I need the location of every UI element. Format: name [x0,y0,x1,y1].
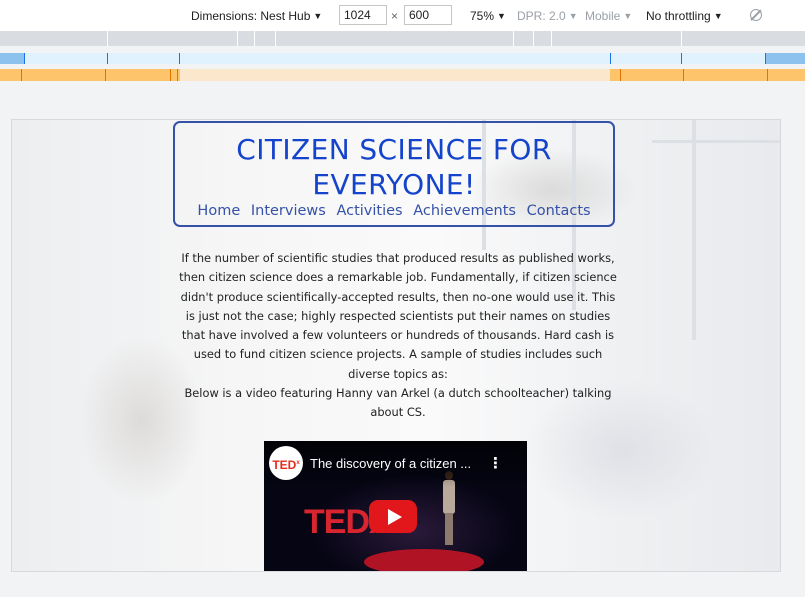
ruler-tick [21,69,22,81]
channel-logo-sup: x [296,460,300,466]
site-title: CITIZEN SCIENCE FOR EVERYONE! [236,133,552,201]
ruler-tick [551,31,552,46]
mobile-dropdown[interactable]: Mobile ▼ [585,0,632,31]
dimensions-label: Dimensions: Nest Hub [191,9,311,23]
ruler-tick [513,31,514,46]
intro-text: If the number of scientific studies that… [176,249,620,423]
ruler-segment[interactable] [766,53,805,64]
ruler-tick [254,31,255,46]
channel-logo: TED [272,458,297,472]
page-viewport: CITIZEN SCIENCE FOR EVERYONE! Home Inter… [11,119,781,572]
media-query-ruler-max-width[interactable] [0,53,805,64]
ruler-tick [107,53,108,64]
red-carpet [364,549,484,571]
intro-paragraph: If the number of scientific studies that… [179,251,617,381]
dpr-dropdown[interactable]: DPR: 2.0 ▼ [517,0,578,31]
height-input[interactable]: 600 [404,5,452,25]
mobile-label: Mobile [585,9,621,23]
ruler-tick [681,31,682,46]
ruler-tick [275,31,276,46]
ruler-tick [177,69,178,81]
ruler-tick [620,69,621,81]
throttling-label: No throttling [646,9,711,23]
window-frame [692,120,696,340]
dropdown-caret-icon: ▼ [568,11,578,21]
video-intro-paragraph: Below is a video featuring Hanny van Ark… [184,386,612,420]
play-icon[interactable] [369,500,417,533]
ruler-tick [765,53,766,64]
ruler-tick [170,69,171,81]
more-vert-icon[interactable]: ⋮ [488,456,503,471]
ruler-tick [767,69,768,81]
ruler-tick [179,53,180,64]
ruler-segment[interactable] [0,53,24,64]
nav-interviews[interactable]: Interviews [251,203,326,219]
ruler-tick [237,31,238,46]
site-header: CITIZEN SCIENCE FOR EVERYONE! Home Inter… [173,121,615,227]
dropdown-caret-icon: ▼ [623,11,633,21]
ruler-tick [681,53,682,64]
channel-avatar[interactable]: TEDx [269,446,303,480]
video-title[interactable]: The discovery of a citizen ... [310,456,471,471]
zoom-label: 75% [470,9,495,23]
zoom-dropdown[interactable]: 75% ▼ [470,0,506,31]
nav-home[interactable]: Home [197,203,240,219]
media-query-ruler-top [0,31,805,46]
device-toolbar: Dimensions: Nest Hub ▼ 1024 × 600 75% ▼ DP… [0,0,805,32]
ruler-tick [107,31,108,46]
video-embed[interactable]: TEDx TEDx The discovery of a citizen ...… [264,441,527,571]
ruler-tick [533,31,534,46]
ruler-segment[interactable] [610,69,805,81]
nav-activities[interactable]: Activities [336,203,402,219]
throttling-dropdown[interactable]: No throttling ▼ [646,0,723,31]
ruler-tick [24,53,25,64]
width-input[interactable]: 1024 [339,5,387,25]
nav-achievements[interactable]: Achievements [413,203,516,219]
window-frame [652,140,780,143]
ruler-segment[interactable] [0,69,180,81]
dropdown-caret-icon: ▼ [313,11,323,21]
ruler-tick [105,69,106,81]
dropdown-caret-icon: ▼ [713,11,723,21]
ruler-tick [683,69,684,81]
rotate-icon[interactable] [750,9,762,21]
media-query-ruler-min-width[interactable] [0,69,805,81]
dimensions-dropdown[interactable]: Dimensions: Nest Hub ▼ [191,0,322,31]
nav-contacts[interactable]: Contacts [527,203,591,219]
times-sign: × [391,9,399,23]
ruler-tick [610,53,611,64]
main-nav: Home Interviews Activities Achievements … [175,203,613,219]
dpr-label: DPR: 2.0 [517,9,566,23]
dropdown-caret-icon: ▼ [497,11,506,21]
